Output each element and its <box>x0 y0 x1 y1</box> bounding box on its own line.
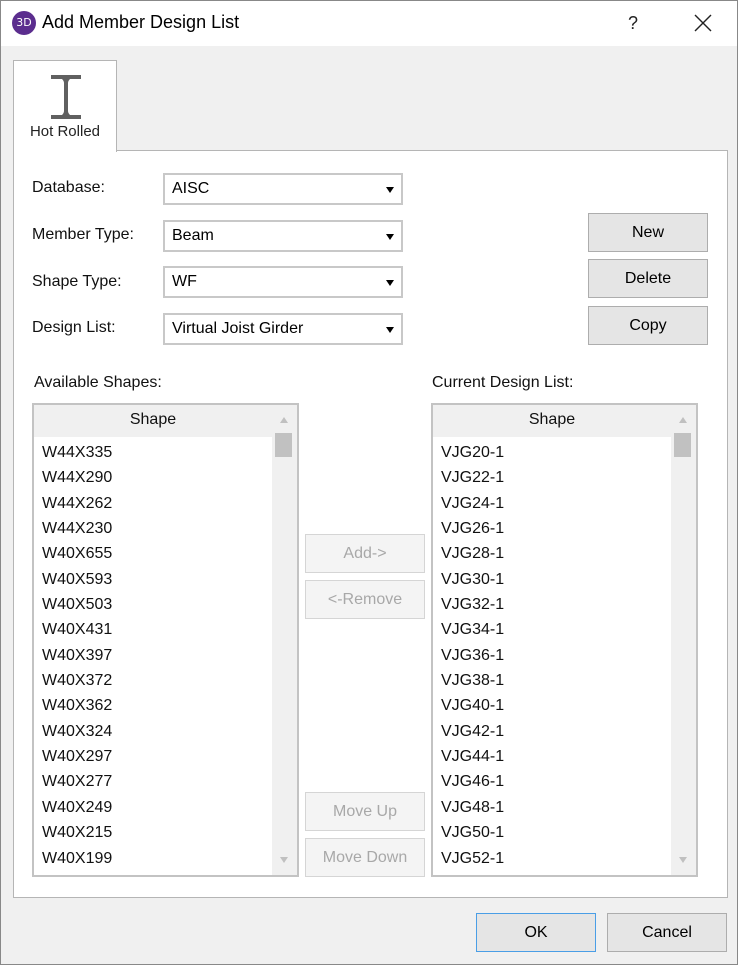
close-icon <box>694 14 712 32</box>
current-design-rows: VJG20-1 VJG22-1 VJG24-1 VJG26-1 VJG28-1 VJG30… <box>433 440 671 871</box>
list-item[interactable]: VJG50-1 <box>433 820 671 845</box>
new-button[interactable]: New <box>588 213 708 252</box>
list-item[interactable]: VJG24-1 <box>433 491 671 516</box>
member-type-label: Member Type: <box>32 226 134 243</box>
tab-hot-rolled[interactable]: Hot Rolled <box>13 60 117 152</box>
design-list-value: Virtual Joist Girder <box>172 320 304 337</box>
dialog-title: Add Member Design List <box>42 12 240 32</box>
database-select[interactable]: AISC <box>163 173 403 205</box>
list-item[interactable]: W40X297 <box>34 744 272 769</box>
list-item[interactable]: VJG36-1 <box>433 643 671 668</box>
move-down-button[interactable]: Move Down <box>305 838 425 877</box>
shape-type-value: WF <box>172 273 197 290</box>
list-item[interactable]: W40X277 <box>34 769 272 794</box>
scroll-down-icon[interactable] <box>280 857 288 863</box>
list-item[interactable]: VJG38-1 <box>433 668 671 693</box>
list-item[interactable]: VJG30-1 <box>433 567 671 592</box>
list-item[interactable]: VJG28-1 <box>433 541 671 566</box>
available-shapes-label: Available Shapes: <box>34 374 162 391</box>
member-type-select[interactable]: Beam <box>163 220 403 252</box>
scroll-thumb[interactable] <box>674 433 691 457</box>
hot-rolled-panel: Database: AISC Member Type: Beam Shape T… <box>13 150 728 898</box>
close-button[interactable] <box>683 7 723 39</box>
tab-label: Hot Rolled <box>29 123 101 140</box>
list-item[interactable]: VJG22-1 <box>433 465 671 490</box>
remove-button[interactable]: <-Remove <box>305 580 425 619</box>
list-item[interactable]: VJG44-1 <box>433 744 671 769</box>
copy-button[interactable]: Copy <box>588 306 708 345</box>
list-item[interactable]: W40X324 <box>34 719 272 744</box>
app-3d-icon: 3D <box>12 11 36 35</box>
database-label: Database: <box>32 179 105 196</box>
list-item[interactable]: VJG32-1 <box>433 592 671 617</box>
scroll-up-icon[interactable] <box>280 417 288 423</box>
scroll-thumb[interactable] <box>275 433 292 457</box>
ok-button[interactable]: OK <box>476 913 596 952</box>
cancel-button[interactable]: Cancel <box>607 913 727 952</box>
list-item[interactable]: W40X249 <box>34 795 272 820</box>
member-type-value: Beam <box>172 227 214 244</box>
chevron-down-icon <box>386 187 394 193</box>
list-item[interactable]: VJG52-1 <box>433 846 671 871</box>
list-item[interactable]: W40X362 <box>34 693 272 718</box>
available-scrollbar[interactable] <box>272 405 297 875</box>
current-design-list[interactable]: Shape VJG20-1 VJG22-1 VJG24-1 VJG26-1 VJG28-… <box>431 403 698 877</box>
list-item[interactable]: VJG42-1 <box>433 719 671 744</box>
list-item[interactable]: W40X655 <box>34 541 272 566</box>
available-shape-column-header[interactable]: Shape <box>34 405 272 437</box>
add-member-design-list-dialog: 3D Add Member Design List ? Hot Rolled D… <box>0 0 738 965</box>
list-item[interactable]: VJG48-1 <box>433 795 671 820</box>
current-shape-column-header[interactable]: Shape <box>433 405 671 437</box>
help-button[interactable]: ? <box>613 7 653 39</box>
delete-button[interactable]: Delete <box>588 259 708 298</box>
list-item[interactable]: VJG46-1 <box>433 769 671 794</box>
i-beam-icon <box>51 75 81 119</box>
shape-type-label: Shape Type: <box>32 273 122 290</box>
current-design-list-label: Current Design List: <box>432 374 574 391</box>
list-item[interactable]: W44X230 <box>34 516 272 541</box>
list-item[interactable]: W40X372 <box>34 668 272 693</box>
scroll-up-icon[interactable] <box>679 417 687 423</box>
list-item[interactable]: W40X397 <box>34 643 272 668</box>
list-item[interactable]: W40X215 <box>34 820 272 845</box>
design-list-select[interactable]: Virtual Joist Girder <box>163 313 403 345</box>
current-scrollbar[interactable] <box>671 405 696 875</box>
design-list-label: Design List: <box>32 319 116 336</box>
list-item[interactable]: W40X431 <box>34 617 272 642</box>
database-value: AISC <box>172 180 210 197</box>
list-item[interactable]: VJG40-1 <box>433 693 671 718</box>
list-item[interactable]: W40X503 <box>34 592 272 617</box>
list-item[interactable]: VJG20-1 <box>433 440 671 465</box>
list-item[interactable]: W44X262 <box>34 491 272 516</box>
scroll-down-icon[interactable] <box>679 857 687 863</box>
chevron-down-icon <box>386 280 394 286</box>
chevron-down-icon <box>386 327 394 333</box>
list-item[interactable]: VJG26-1 <box>433 516 671 541</box>
title-bar: 3D Add Member Design List ? <box>1 1 737 46</box>
shape-type-select[interactable]: WF <box>163 266 403 298</box>
list-item[interactable]: W40X199 <box>34 846 272 871</box>
list-item[interactable]: W44X290 <box>34 465 272 490</box>
list-item[interactable]: W40X593 <box>34 567 272 592</box>
chevron-down-icon <box>386 234 394 240</box>
available-shapes-rows: W44X335 W44X290 W44X262 W44X230 W40X655 W40X5… <box>34 440 272 871</box>
list-item[interactable]: VJG34-1 <box>433 617 671 642</box>
list-item[interactable]: W44X335 <box>34 440 272 465</box>
add-button[interactable]: Add-> <box>305 534 425 573</box>
move-up-button[interactable]: Move Up <box>305 792 425 831</box>
available-shapes-list[interactable]: Shape W44X335 W44X290 W44X262 W44X230 W40X65… <box>32 403 299 877</box>
